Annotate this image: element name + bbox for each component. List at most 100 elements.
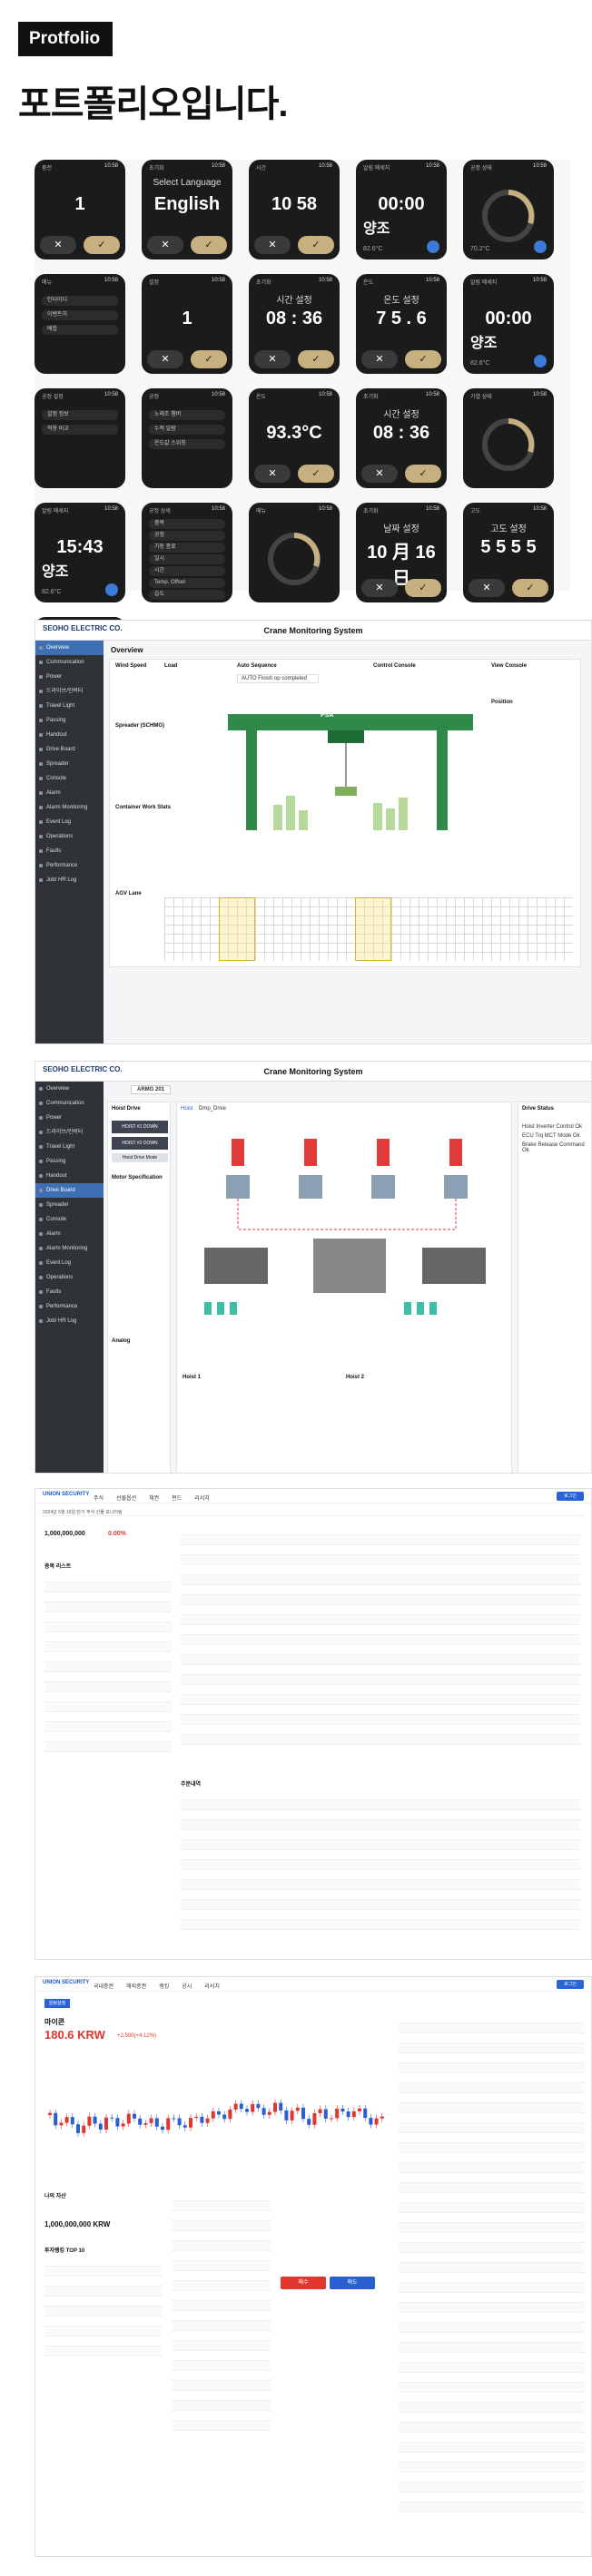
nav-item[interactable]: 주식 (94, 1496, 104, 1502)
table-row[interactable] (181, 1695, 580, 1705)
table-row[interactable] (181, 1685, 580, 1695)
tab-alert[interactable]: 알림설정 (44, 1999, 70, 2008)
table-row[interactable] (44, 2346, 163, 2356)
table-row[interactable] (172, 2401, 271, 2411)
table-row[interactable] (181, 1565, 580, 1575)
table-row[interactable] (181, 1555, 580, 1565)
table-row[interactable] (172, 2201, 271, 2211)
nav-item[interactable]: 해외증권 (126, 1984, 146, 1990)
sidebar-item[interactable]: Communication (35, 655, 104, 670)
close-icon[interactable]: ✕ (147, 350, 183, 368)
check-icon[interactable]: ✓ (405, 465, 441, 483)
table-row[interactable] (44, 2326, 163, 2336)
table-row[interactable] (181, 1870, 580, 1880)
table-row[interactable] (399, 2463, 585, 2473)
login-button[interactable]: 로그인 (557, 1980, 584, 1989)
nav-item[interactable]: 리서치 (194, 1496, 210, 1502)
check-icon[interactable]: ✓ (84, 236, 120, 254)
table-row[interactable] (399, 2063, 585, 2073)
sidebar-item[interactable]: Operations (35, 1270, 104, 1285)
table-row[interactable] (181, 1665, 580, 1675)
table-row[interactable] (399, 2133, 585, 2143)
table-row[interactable] (172, 2211, 271, 2221)
table-row[interactable] (181, 1725, 580, 1735)
check-icon[interactable]: ✓ (298, 350, 334, 368)
table-row[interactable] (399, 2263, 585, 2273)
table-row[interactable] (399, 2353, 585, 2363)
close-icon[interactable]: ✕ (254, 465, 291, 483)
table-row[interactable] (44, 1702, 172, 1712)
table-row[interactable] (399, 2343, 585, 2353)
table-row[interactable] (172, 2371, 271, 2381)
table-row[interactable] (399, 2313, 585, 2323)
table-row[interactable] (399, 2223, 585, 2233)
check-icon[interactable]: ✓ (405, 350, 441, 368)
table-row[interactable] (172, 2291, 271, 2301)
table-row[interactable] (181, 1880, 580, 1890)
table-row[interactable] (44, 1672, 172, 1682)
nav-item[interactable]: 리서치 (204, 1984, 220, 1990)
table-row[interactable] (399, 2443, 585, 2453)
watch-menu-item[interactable]: 누적 알람 (149, 425, 225, 435)
table-row[interactable] (44, 1642, 172, 1652)
sidebar-item[interactable]: Power (35, 1111, 104, 1125)
table-row[interactable] (181, 1850, 580, 1860)
close-icon[interactable]: ✕ (254, 236, 291, 254)
check-icon[interactable]: ✓ (191, 236, 227, 254)
table-row[interactable] (399, 2323, 585, 2333)
table-row[interactable] (44, 1622, 172, 1632)
sidebar-item[interactable]: Drive Board (35, 1183, 104, 1198)
table-row[interactable] (399, 2453, 585, 2463)
sidebar-item[interactable]: Event Log (35, 1256, 104, 1270)
watch-menu-item[interactable]: 인터미디 (42, 296, 118, 306)
sidebar-item[interactable]: Alarm (35, 1227, 104, 1241)
table-row[interactable] (172, 2221, 271, 2231)
table-row[interactable] (399, 2023, 585, 2033)
table-row[interactable] (181, 1535, 580, 1545)
table-row[interactable] (44, 1582, 172, 1592)
table-row[interactable] (44, 1722, 172, 1732)
sidebar-item[interactable]: Alarm (35, 786, 104, 800)
watch-menu-item[interactable]: 노래조 챔버 (149, 410, 225, 420)
sidebar-item[interactable]: Travel Light (35, 1140, 104, 1154)
table-row[interactable] (44, 2316, 163, 2326)
table-row[interactable] (172, 2381, 271, 2391)
table-row[interactable] (399, 2373, 585, 2383)
nav-item[interactable]: 국내증권 (94, 1984, 113, 1990)
sidebar-item[interactable]: 드라이브/인버터 (35, 684, 104, 699)
sidebar-item[interactable]: Performance (35, 858, 104, 873)
table-row[interactable] (172, 2421, 271, 2431)
check-icon[interactable]: ✓ (298, 465, 334, 483)
login-button[interactable]: 로그인 (557, 1492, 584, 1501)
sidebar-item[interactable]: Operations (35, 829, 104, 844)
sidebar-item[interactable]: Overview (35, 641, 104, 655)
sidebar-item[interactable]: Travel Light (35, 699, 104, 713)
table-row[interactable] (172, 2411, 271, 2421)
table-row[interactable] (44, 1692, 172, 1702)
sidebar-item[interactable]: Passing (35, 713, 104, 728)
sidebar-item[interactable]: Job/ HR Log (35, 873, 104, 887)
table-row[interactable] (172, 2281, 271, 2291)
sidebar-item[interactable]: Communication (35, 1096, 104, 1111)
hoist1-down-button[interactable]: HOIST #1 DOWN (112, 1121, 168, 1133)
table-row[interactable] (181, 1525, 580, 1535)
table-row[interactable] (399, 2473, 585, 2483)
table-row[interactable] (399, 2283, 585, 2293)
table-row[interactable] (172, 2251, 271, 2261)
table-row[interactable] (181, 1655, 580, 1665)
sidebar-item[interactable]: Performance (35, 1299, 104, 1314)
table-row[interactable] (399, 2333, 585, 2343)
close-icon[interactable]: ✕ (40, 236, 76, 254)
watch-menu-item[interactable]: 적용 비교 (42, 425, 118, 435)
table-row[interactable] (172, 2231, 271, 2241)
sidebar-item[interactable]: Spreader (35, 1198, 104, 1212)
table-row[interactable] (44, 2267, 163, 2277)
table-row[interactable] (399, 2113, 585, 2123)
table-row[interactable] (399, 2423, 585, 2433)
table-row[interactable] (181, 1820, 580, 1830)
sidebar-item[interactable]: Power (35, 670, 104, 684)
table-row[interactable] (399, 2123, 585, 2133)
table-row[interactable] (181, 1705, 580, 1715)
table-row[interactable] (399, 2083, 585, 2093)
table-row[interactable] (44, 1632, 172, 1642)
